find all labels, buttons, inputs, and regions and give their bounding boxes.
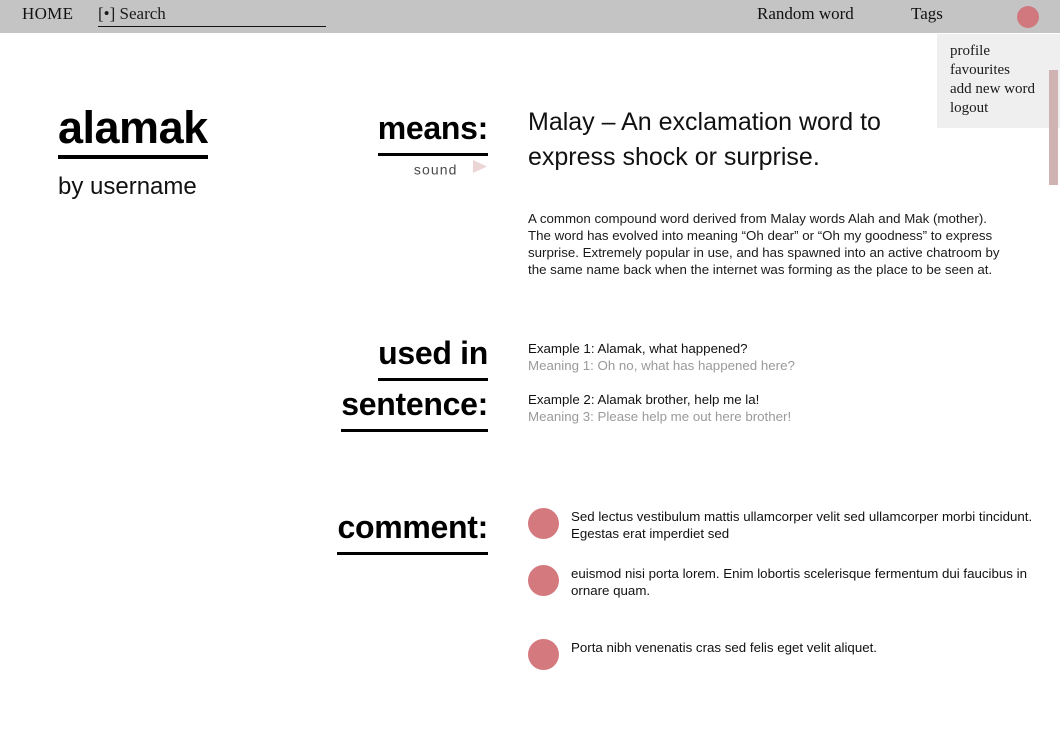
example-meaning: Meaning 1: Oh no, what has happened here… [528,358,795,373]
section-label-used-in-line1: used in [378,330,488,381]
menu-item-favourites[interactable]: favourites [937,61,1060,80]
example-sentence: Example 2: Alamak brother, help me la! [528,392,760,407]
section-label-comment-text: comment: [337,504,488,555]
section-label-comment: comment: [270,504,488,555]
word-definition: Malay – An exclamation word to express s… [528,108,881,171]
nav-link-random-word[interactable]: Random word [757,4,854,24]
play-icon[interactable] [471,158,488,180]
comment-item: euismod nisi porta lorem. Enim lobortis … [528,562,1040,599]
user-menu-dropdown: profile favourites add new word logout [937,34,1060,128]
nav-link-home[interactable]: HOME [22,4,73,24]
comment-avatar[interactable] [528,508,559,539]
section-label-used-in-sentence: used in sentence: [270,330,488,432]
word-author: by username [58,173,197,200]
menu-item-logout[interactable]: logout [937,99,1060,118]
user-avatar-button[interactable] [1017,6,1039,28]
menu-item-profile[interactable]: profile [937,42,1060,61]
nav-link-tags[interactable]: Tags [911,4,943,24]
comment-text: Porta nibh venenatis cras sed felis eget… [571,640,878,655]
word-header-block: alamak by username [58,103,208,201]
example-item: Example 2: Alamak brother, help me la! M… [528,391,948,425]
section-label-means: means: [367,105,488,156]
search-input[interactable]: [•] Search [98,4,326,27]
menu-item-add-new-word[interactable]: add new word [937,80,1060,99]
sound-play-row[interactable]: sound [368,158,488,181]
page-content: alamak by username means: sound Malay – … [0,33,1060,752]
comment-item: Sed lectus vestibulum mattis ullamcorper… [528,505,1040,542]
comment-text: Sed lectus vestibulum mattis ullamcorper… [571,509,1033,541]
example-meaning: Meaning 3: Please help me out here broth… [528,409,792,424]
page-title: alamak [58,103,208,159]
page-scrollbar-thumb[interactable] [1049,70,1058,185]
examples-list: Example 1: Alamak, what happened? Meanin… [528,340,948,442]
example-item: Example 1: Alamak, what happened? Meanin… [528,340,948,374]
example-sentence: Example 1: Alamak, what happened? [528,341,748,356]
section-label-used-in-line2: sentence: [341,381,488,432]
comment-item: Porta nibh venenatis cras sed felis eget… [528,636,1040,670]
top-navigation-bar: HOME [•] Search Random word Tags [0,0,1060,33]
sound-label: sound [413,161,458,178]
comment-avatar[interactable] [528,639,559,670]
section-label-means-text: means: [377,105,488,156]
search-input-value: [•] Search [98,4,166,23]
comment-text: euismod nisi porta lorem. Enim lobortis … [571,566,1027,598]
word-description: A common compound word derived from Mala… [528,211,1000,277]
comments-list: Sed lectus vestibulum mattis ullamcorper… [528,505,1040,670]
comment-avatar[interactable] [528,565,559,596]
